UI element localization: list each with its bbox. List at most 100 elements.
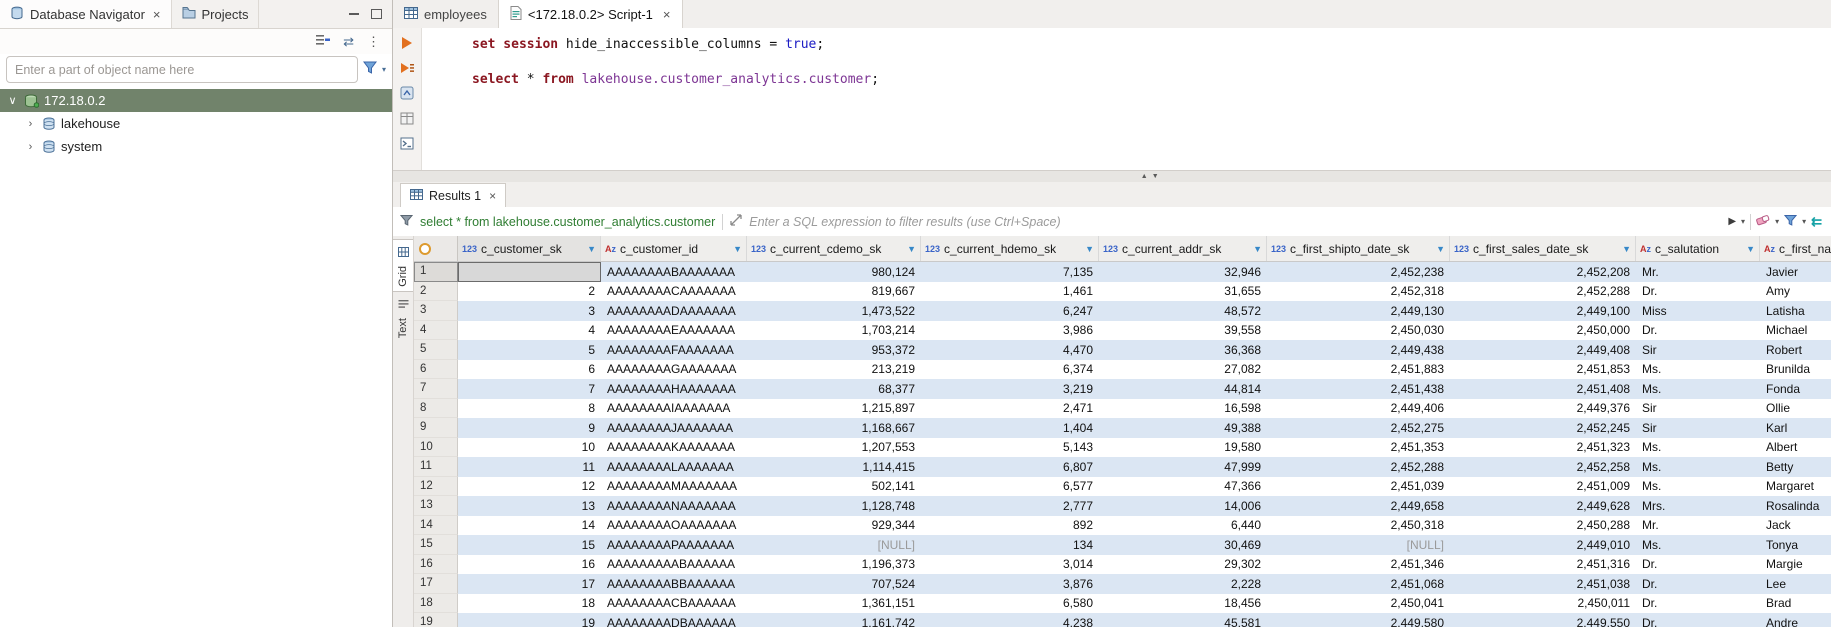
table-cell[interactable]: Margie bbox=[1760, 555, 1831, 575]
table-cell[interactable]: 31,655 bbox=[1099, 282, 1267, 302]
tab-text-view[interactable]: Text bbox=[393, 292, 413, 342]
table-cell[interactable]: Michael bbox=[1760, 321, 1831, 341]
column-header-c_customer_id[interactable]: Azc_customer_id▼ bbox=[601, 236, 747, 261]
table-cell[interactable]: 17 bbox=[458, 574, 601, 594]
table-cell[interactable]: Betty bbox=[1760, 457, 1831, 477]
table-cell[interactable]: AAAAAAAACBAAAAAA bbox=[601, 594, 747, 614]
table-cell[interactable]: 1,114,415 bbox=[747, 457, 921, 477]
row-number[interactable]: 9 bbox=[414, 418, 458, 438]
explain-plan-button[interactable] bbox=[399, 85, 415, 101]
table-cell[interactable]: Dr. bbox=[1636, 555, 1760, 575]
sort-dropdown-icon[interactable]: ▼ bbox=[1746, 244, 1755, 254]
table-cell[interactable]: 19 bbox=[458, 613, 601, 627]
table-cell[interactable]: Ms. bbox=[1636, 438, 1760, 458]
table-cell[interactable]: 19,580 bbox=[1099, 438, 1267, 458]
minimize-panel-icon[interactable] bbox=[349, 13, 359, 15]
filter-dropdown-icon[interactable]: ▾ bbox=[382, 65, 386, 74]
table-cell[interactable]: 6,440 bbox=[1099, 516, 1267, 536]
table-cell[interactable]: 6,374 bbox=[921, 360, 1099, 380]
column-header-c_first_name[interactable]: Azc_first_name▼ bbox=[1760, 236, 1831, 261]
table-cell[interactable]: Albert bbox=[1760, 438, 1831, 458]
table-cell[interactable]: 44,814 bbox=[1099, 379, 1267, 399]
table-cell[interactable]: Ms. bbox=[1636, 457, 1760, 477]
table-cell[interactable]: 2,451,068 bbox=[1267, 574, 1450, 594]
table-cell[interactable]: 6,580 bbox=[921, 594, 1099, 614]
table-cell[interactable]: 2 bbox=[458, 282, 601, 302]
table-cell[interactable]: 16,598 bbox=[1099, 399, 1267, 419]
table-cell[interactable]: 3,014 bbox=[921, 555, 1099, 575]
table-cell[interactable]: 2,450,011 bbox=[1450, 594, 1636, 614]
table-cell[interactable]: 2,451,353 bbox=[1267, 438, 1450, 458]
table-cell[interactable]: AAAAAAAAABAAAAAA bbox=[601, 555, 747, 575]
table-cell[interactable]: Sir bbox=[1636, 418, 1760, 438]
table-cell[interactable]: Miss bbox=[1636, 301, 1760, 321]
table-cell[interactable]: 2,449,130 bbox=[1267, 301, 1450, 321]
tree-item-lakehouse[interactable]: ›lakehouse bbox=[0, 112, 392, 135]
table-cell[interactable]: 4 bbox=[458, 321, 601, 341]
table-cell[interactable]: AAAAAAAAMAAAAAAA bbox=[601, 477, 747, 497]
row-number[interactable]: 1 bbox=[414, 262, 458, 282]
table-cell[interactable]: 1,703,214 bbox=[747, 321, 921, 341]
table-cell[interactable]: 32,946 bbox=[1099, 262, 1267, 282]
table-cell[interactable]: Mr. bbox=[1636, 262, 1760, 282]
table-cell[interactable]: 6,247 bbox=[921, 301, 1099, 321]
row-number[interactable]: 10 bbox=[414, 438, 458, 458]
table-cell[interactable]: AAAAAAAAFAAAAAAA bbox=[601, 340, 747, 360]
column-header-c_salutation[interactable]: Azc_salutation▼ bbox=[1636, 236, 1760, 261]
sort-dropdown-icon[interactable]: ▼ bbox=[907, 244, 916, 254]
table-cell[interactable]: AAAAAAAADAAAAAAA bbox=[601, 301, 747, 321]
table-cell[interactable]: 2,451,883 bbox=[1267, 360, 1450, 380]
row-number[interactable]: 16 bbox=[414, 555, 458, 575]
link-with-editor-icon[interactable]: ⇄ bbox=[343, 34, 354, 50]
table-cell[interactable]: 2,450,041 bbox=[1267, 594, 1450, 614]
table-cell[interactable]: 5,143 bbox=[921, 438, 1099, 458]
table-cell[interactable]: 953,372 bbox=[747, 340, 921, 360]
close-icon[interactable]: × bbox=[663, 7, 671, 22]
table-cell[interactable]: [NULL] bbox=[747, 535, 921, 555]
table-cell[interactable]: AAAAAAAAGAAAAAAA bbox=[601, 360, 747, 380]
table-cell[interactable]: 16 bbox=[458, 555, 601, 575]
table-cell[interactable]: 2,471 bbox=[921, 399, 1099, 419]
expand-arrow-icon[interactable]: › bbox=[24, 118, 37, 130]
row-number[interactable]: 6 bbox=[414, 360, 458, 380]
table-cell[interactable]: 10 bbox=[458, 438, 601, 458]
table-cell[interactable]: 2,449,408 bbox=[1450, 340, 1636, 360]
output-console-button[interactable] bbox=[399, 135, 415, 151]
table-cell[interactable]: Dr. bbox=[1636, 613, 1760, 627]
table-cell[interactable]: Karl bbox=[1760, 418, 1831, 438]
tab-grid-view[interactable]: Grid bbox=[393, 239, 413, 292]
table-cell[interactable]: 980,124 bbox=[747, 262, 921, 282]
table-cell[interactable]: Margaret bbox=[1760, 477, 1831, 497]
row-number[interactable]: 14 bbox=[414, 516, 458, 536]
table-cell[interactable]: 14,006 bbox=[1099, 496, 1267, 516]
row-number[interactable]: 18 bbox=[414, 594, 458, 614]
table-cell[interactable]: Fonda bbox=[1760, 379, 1831, 399]
filter-objects-icon[interactable] bbox=[363, 61, 377, 79]
table-cell[interactable]: 1,207,553 bbox=[747, 438, 921, 458]
table-cell[interactable]: 502,141 bbox=[747, 477, 921, 497]
clear-filter-dropdown-icon[interactable]: ▾ bbox=[1775, 217, 1779, 226]
view-menu-icon[interactable]: ⋮ bbox=[367, 35, 380, 48]
table-cell[interactable]: 12 bbox=[458, 477, 601, 497]
maximize-panel-icon[interactable] bbox=[371, 9, 382, 19]
table-cell[interactable]: Dr. bbox=[1636, 282, 1760, 302]
tab-employees[interactable]: employees bbox=[393, 0, 499, 28]
apply-filter-icon[interactable]: ▶ bbox=[1728, 216, 1736, 227]
tab-sql-script[interactable]: <172.18.0.2> Script-1 × bbox=[499, 0, 683, 28]
table-cell[interactable]: 15 bbox=[458, 535, 601, 555]
filter-input[interactable]: Enter a SQL expression to filter results… bbox=[749, 215, 1721, 229]
table-cell[interactable]: Brad bbox=[1760, 594, 1831, 614]
table-cell[interactable]: 68,377 bbox=[747, 379, 921, 399]
table-cell[interactable]: Jack bbox=[1760, 516, 1831, 536]
object-search-input[interactable] bbox=[6, 56, 358, 83]
row-number[interactable]: 12 bbox=[414, 477, 458, 497]
table-cell[interactable]: 1,161,742 bbox=[747, 613, 921, 627]
column-header-c_current_hdemo_sk[interactable]: 123c_current_hdemo_sk▼ bbox=[921, 236, 1099, 261]
sort-dropdown-icon[interactable]: ▼ bbox=[733, 244, 742, 254]
execute-statement-button[interactable] bbox=[399, 35, 415, 51]
open-filter-panel-icon[interactable] bbox=[730, 214, 742, 229]
table-cell[interactable]: 2,452,318 bbox=[1267, 282, 1450, 302]
table-cell[interactable]: Ms. bbox=[1636, 477, 1760, 497]
table-cell[interactable]: 3,986 bbox=[921, 321, 1099, 341]
collapse-all-icon[interactable] bbox=[316, 33, 330, 51]
